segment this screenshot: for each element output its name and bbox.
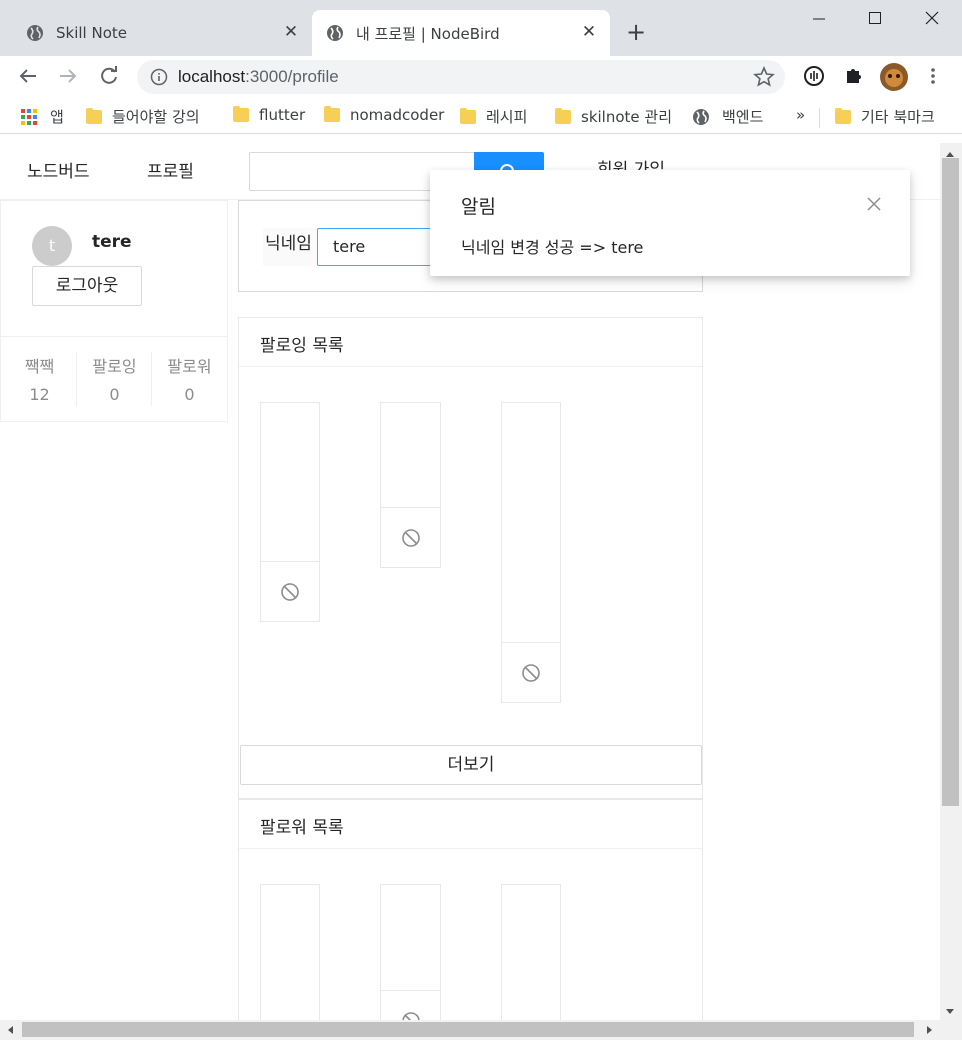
bookmark-label: flutter — [259, 106, 306, 124]
notification-title: 알림 — [461, 196, 496, 218]
list-item — [501, 402, 561, 703]
folder-icon — [835, 107, 851, 124]
notification — [430, 170, 910, 276]
followers-list-title: 팔로워 목록 — [260, 818, 344, 838]
bookmark-backend[interactable]: 백엔드 — [692, 106, 763, 127]
bookmark-other[interactable]: 기타 북마크 — [835, 106, 935, 127]
following-list-title: 팔로잉 목록 — [260, 336, 344, 356]
folder-icon — [324, 106, 340, 122]
globe-icon — [26, 24, 44, 42]
media-icon[interactable] — [803, 65, 825, 91]
stat-followers[interactable]: 팔로워 0 — [152, 353, 227, 409]
tab-skill-note[interactable]: Skill Note ✕ — [0, 10, 312, 56]
bookmark-folder[interactable]: flutter — [233, 106, 305, 124]
apps-grid-icon — [20, 108, 38, 126]
account-avatar[interactable] — [880, 63, 908, 91]
scroll-right-icon[interactable] — [926, 1024, 934, 1040]
avatar: t — [32, 226, 72, 266]
horizontal-scroll-thumb[interactable] — [22, 1022, 914, 1037]
nickname-input[interactable]: tere — [317, 228, 437, 266]
load-more-button[interactable]: 더보기 — [240, 745, 702, 785]
bookmark-star-icon[interactable] — [753, 65, 775, 92]
close-tab-icon[interactable]: ✕ — [281, 22, 301, 42]
stat-value: 0 — [109, 385, 120, 404]
bookmark-label: » — [796, 106, 806, 124]
bookmark-label: nomadcoder — [350, 106, 445, 124]
stop-icon — [401, 528, 420, 547]
window-close-icon[interactable] — [917, 8, 947, 30]
unfollow-button[interactable] — [261, 561, 319, 621]
stop-icon — [522, 663, 540, 682]
stop-icon — [281, 582, 299, 601]
scroll-left-icon[interactable] — [6, 1024, 14, 1040]
divider — [239, 366, 702, 367]
folder-icon — [86, 107, 102, 124]
tab-nodebird-profile[interactable]: 내 프로필 | NodeBird ✕ — [312, 10, 610, 56]
info-icon[interactable] — [150, 68, 168, 90]
nav-home[interactable]: 노드버드 — [27, 157, 90, 182]
folder-icon — [233, 106, 249, 122]
unfollow-button[interactable] — [381, 507, 440, 567]
close-tab-icon[interactable]: ✕ — [579, 22, 599, 42]
bookmark-folder[interactable]: 레시피 — [460, 106, 527, 127]
tab-title: 내 프로필 | NodeBird — [356, 24, 500, 43]
bookmark-label: 백엔드 — [722, 108, 764, 126]
folder-icon — [460, 107, 476, 124]
maximize-icon[interactable] — [860, 8, 890, 30]
stat-value: 12 — [29, 385, 50, 404]
folder-icon — [555, 107, 571, 124]
stat-label: 짹짹 — [24, 357, 55, 376]
bookmark-label: 들어야할 강의 — [112, 108, 200, 126]
forward-icon[interactable] — [58, 66, 78, 90]
bookmark-label: 레시피 — [486, 108, 528, 126]
url-path: :3000/profile — [245, 67, 339, 86]
nav-profile[interactable]: 프로필 — [147, 157, 194, 182]
divider — [1, 336, 227, 337]
bookmark-folder[interactable]: 들어야할 강의 — [86, 106, 200, 127]
new-tab-icon[interactable]: + — [626, 20, 646, 44]
list-item — [380, 402, 441, 568]
stat-label: 팔로워 — [167, 357, 212, 376]
list-item — [260, 402, 320, 622]
stat-tweets[interactable]: 짹짹 12 — [2, 353, 77, 409]
bookmark-label: 기타 북마크 — [861, 108, 935, 126]
divider — [239, 848, 702, 849]
vertical-scroll-thumb[interactable] — [942, 158, 959, 806]
stat-label: 팔로잉 — [92, 357, 137, 376]
close-icon[interactable] — [862, 192, 886, 216]
username: tere — [92, 232, 132, 252]
logout-button[interactable]: 로그아웃 — [32, 266, 142, 306]
bookmark-label: skilnote 관리 — [581, 108, 672, 126]
bookmark-folder[interactable]: nomadcoder — [324, 106, 444, 124]
stat-following[interactable]: 팔로잉 0 — [77, 353, 152, 409]
bookmark-folder[interactable]: skilnote 관리 — [555, 106, 672, 127]
notification-description: 닉네임 변경 성공 => tere — [461, 238, 644, 257]
list-item — [380, 884, 441, 1034]
stat-value: 0 — [184, 385, 195, 404]
scroll-down-icon[interactable] — [944, 1004, 956, 1020]
globe-icon — [326, 24, 344, 42]
nickname-label: 닉네임 — [263, 228, 318, 266]
bookmark-overflow[interactable]: » — [796, 106, 805, 124]
globe-icon — [692, 108, 710, 126]
bookmark-label: 앱 — [50, 108, 64, 126]
extensions-icon[interactable] — [843, 65, 865, 91]
list-item — [260, 884, 320, 1034]
reload-icon[interactable] — [98, 65, 120, 91]
menu-icon[interactable] — [925, 66, 941, 90]
url-host: localhost — [178, 67, 246, 86]
minimize-icon[interactable] — [804, 8, 834, 30]
bookmark-divider — [819, 108, 820, 128]
url-text: localhost:3000/profile — [178, 67, 339, 87]
bookmark-apps[interactable]: 앱 — [20, 106, 64, 127]
back-icon[interactable] — [18, 66, 38, 90]
list-item — [501, 884, 561, 1034]
unfollow-button[interactable] — [502, 642, 560, 702]
tab-title: Skill Note — [56, 24, 127, 42]
